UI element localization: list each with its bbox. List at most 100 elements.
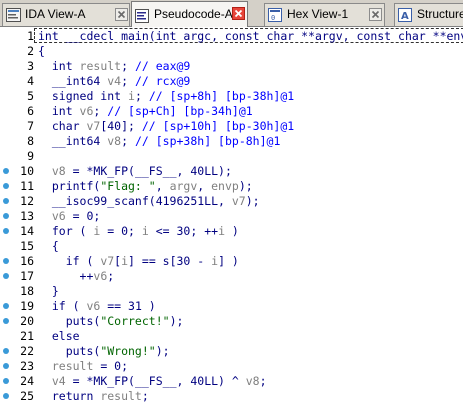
line-number: 14 [20,224,34,238]
code-token: v6 [86,299,101,313]
code-text: if ( v7[i] == s[30 - i] ) [38,254,239,269]
close-icon[interactable] [115,8,128,21]
line-number: 19 [20,299,34,313]
code-line[interactable]: 14 for ( i = 0; i <= 30; ++i ) [0,224,463,239]
code-token: v8 [107,134,122,148]
code-text: puts("Wrong!"); [38,344,170,359]
code-token: , [197,179,212,193]
line-number: 9 [27,149,34,163]
line-number: 13 [20,209,34,223]
code-text: if ( v6 == 31 ) [38,299,156,314]
code-token: // rcx@9 [134,74,191,88]
tab-structures[interactable]: A Structures [394,3,463,26]
tab-label: Pseudocode-A [154,7,233,21]
code-text: printf("Flag: ", argv, envp); [38,179,253,194]
code-text: for ( i = 0; i <= 30; ++i ) [38,224,239,239]
line-number: 7 [27,119,34,133]
breakpoint-dot-icon[interactable] [3,228,9,234]
breakpoint-dot-icon[interactable] [3,273,9,279]
code-token: <= 30; ++ [148,224,219,238]
code-text: v4 = *MK_FP(__FS__, 40LL) ^ v8; [38,374,267,389]
tab-pseudocode-a[interactable]: Pseudocode-A [131,1,248,27]
breakpoint-dot-icon[interactable] [3,303,9,309]
code-line[interactable]: 25 return result; [0,389,463,404]
code-line[interactable]: 6 int v6; // [sp+Ch] [bp-34h]@1 [0,104,463,119]
breakpoint-dot-icon[interactable] [3,198,9,204]
code-line[interactable]: 7 char v7[40]; // [sp+10h] [bp-30h]@1 [0,119,463,134]
line-number: 18 [20,284,34,298]
close-icon[interactable] [232,7,245,20]
breakpoint-dot-icon[interactable] [3,348,9,354]
code-token: v8 [245,374,260,388]
code-text: ++v6; [38,269,115,284]
breakpoint-dot-icon[interactable] [3,378,9,384]
code-token: "Wrong!" [100,344,156,358]
line-number: 24 [20,374,34,388]
code-line[interactable]: 16 if ( v7[i] == s[30 - i] ) [0,254,463,269]
code-text: int __cdecl main(int argc, const char **… [38,29,463,44]
breakpoint-dot-icon[interactable] [3,168,9,174]
code-token: v6 [79,104,94,118]
code-line[interactable]: 12 __isoc99_scanf(4196251LL, v7); [0,194,463,209]
code-token: , [155,179,170,193]
code-token: "Correct!" [100,314,170,328]
tab-ida-view-a[interactable]: IDA View-A [2,3,130,26]
line-number: 6 [27,104,34,118]
code-token: v6 [51,209,66,223]
code-line[interactable]: 9 [0,149,463,164]
code-line[interactable]: 15 { [0,239,463,254]
code-text: int v6; // [sp+Ch] [bp-34h]@1 [38,104,253,119]
code-line[interactable]: 21 else [0,329,463,344]
code-token: } [38,284,59,298]
pseudocode-view[interactable]: 1 int __cdecl main(int argc, const char *… [0,27,463,412]
code-line[interactable]: 4 __int64 v4; // rcx@9 [0,74,463,89]
code-line[interactable]: 8 __int64 v8; // [sp+38h] [bp-8h]@1 [0,134,463,149]
code-token: i [141,224,149,238]
code-line[interactable]: 2{ [0,44,463,59]
code-token: __int64 [38,74,108,88]
code-line[interactable]: 24 v4 = *MK_FP(__FS__, 40LL) ^ v8; [0,374,463,389]
ida-view-icon [6,8,21,22]
code-line[interactable]: 11 printf("Flag: ", argv, envp); [0,179,463,194]
code-token: v4 [51,374,66,388]
line-number: 15 [20,239,34,253]
code-line[interactable]: 18 } [0,284,463,299]
code-line[interactable]: 3 int result; // eax@9 [0,59,463,74]
line-number: 4 [27,74,34,88]
tab-label: IDA View-A [25,7,86,21]
code-token: char [38,119,87,133]
breakpoint-dot-icon[interactable] [3,363,9,369]
code-line[interactable]: 10 v8 = *MK_FP(__FS__, 40LL); [0,164,463,179]
close-icon[interactable] [369,8,382,21]
code-line[interactable]: 22 puts("Wrong!"); [0,344,463,359]
code-token: ); [155,344,170,358]
breakpoint-dot-icon[interactable] [3,213,9,219]
code-line[interactable]: 23 result = 0; [0,359,463,374]
code-line[interactable]: 19 if ( v6 == 31 ) [0,299,463,314]
code-line[interactable]: 5 signed int i; // [sp+8h] [bp-38h]@1 [0,89,463,104]
code-text: __int64 v8; // [sp+38h] [bp-8h]@1 [38,134,281,149]
code-line[interactable]: 20 puts("Correct!"); [0,314,463,329]
code-text: { [38,239,59,254]
code-token: // [sp+10h] [bp-30h]@1 [141,119,295,133]
code-line[interactable]: 17 ++v6; [0,269,463,284]
code-token: { [38,239,59,253]
code-text: int result; // eax@9 [38,59,191,74]
breakpoint-dot-icon[interactable] [3,183,9,189]
code-token: ; [121,74,135,88]
tab-hex-view-1[interactable]: 0 Hex View-1 [264,3,385,26]
breakpoint-dot-icon[interactable] [3,258,9,264]
line-number: 20 [20,314,34,328]
code-token: v4 [107,74,122,88]
code-line[interactable]: 1 int __cdecl main(int argc, const char *… [0,29,463,44]
code-token: return [38,389,101,403]
breakpoint-dot-icon[interactable] [3,393,9,399]
code-token: ; [134,89,149,103]
code-token: i [121,254,129,268]
code-line[interactable]: 13 v6 = 0; [0,209,463,224]
breakpoint-dot-icon[interactable] [3,318,9,324]
code-text: v6 = 0; [38,209,100,224]
